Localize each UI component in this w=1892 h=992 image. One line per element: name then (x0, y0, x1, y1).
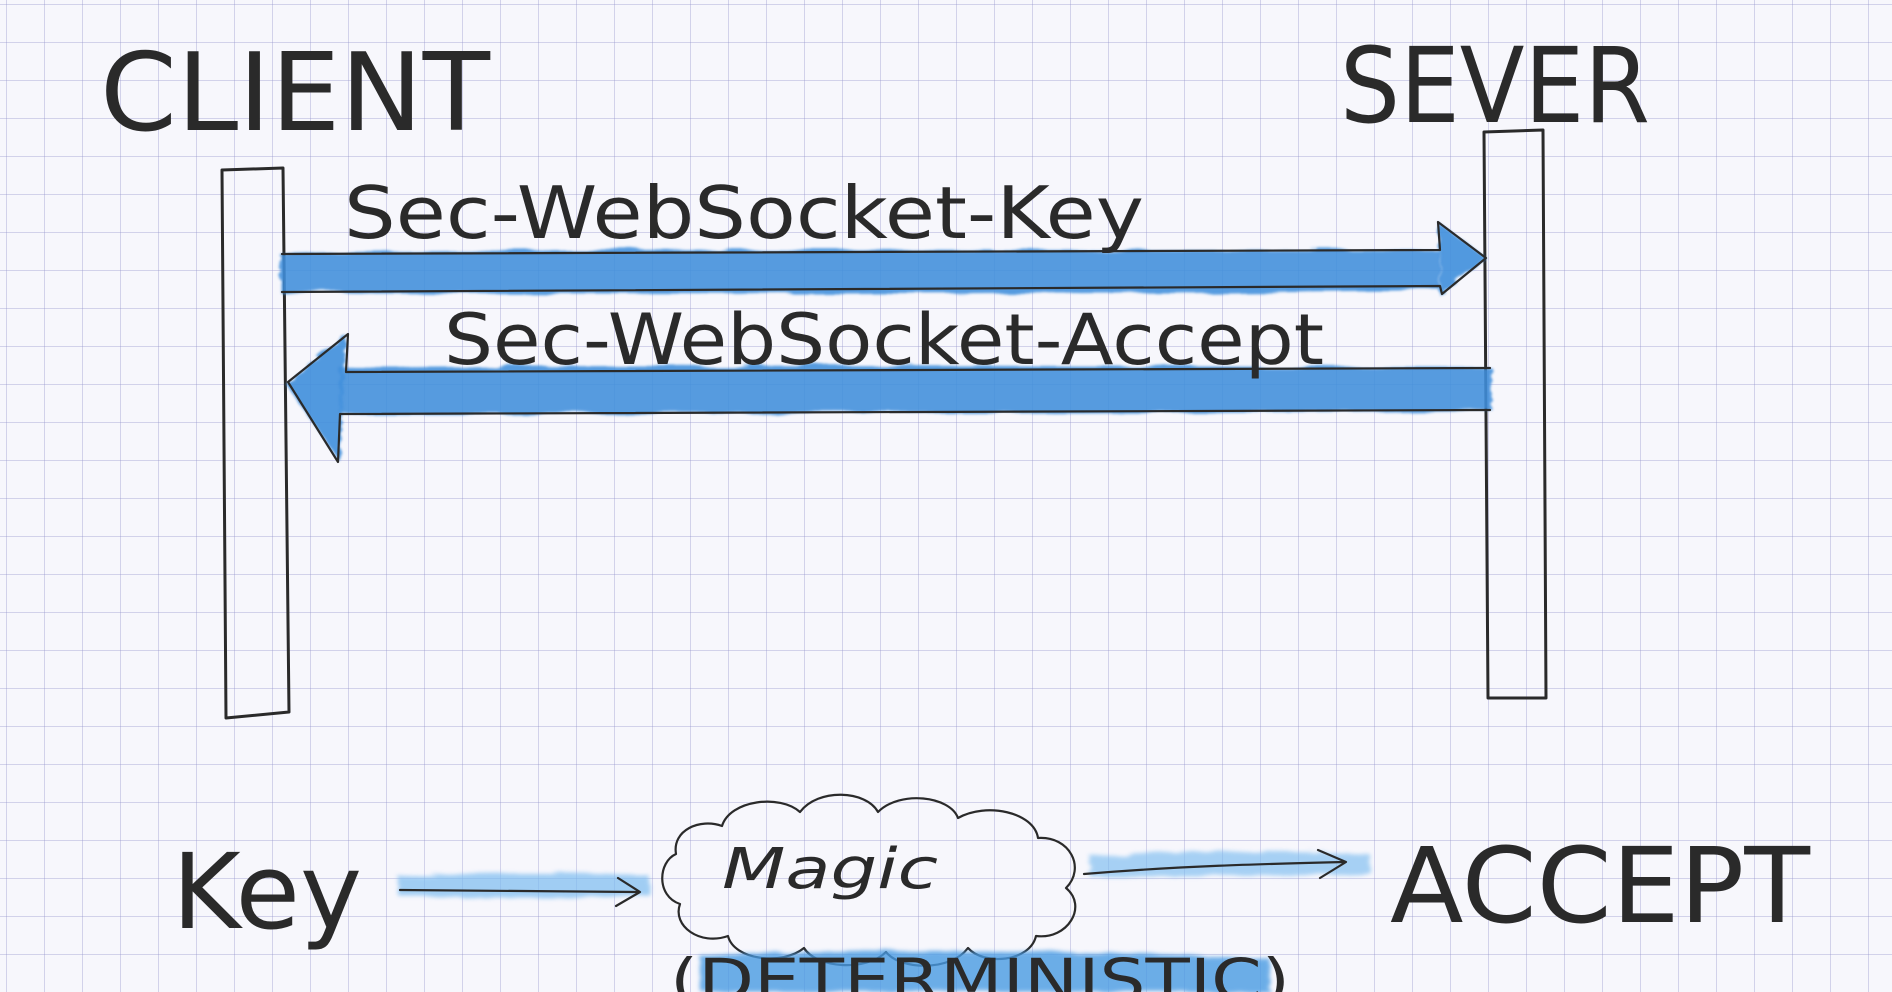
deterministic-label: (DETERMINISTIC) (670, 946, 1290, 992)
response-message-label: Sec-WebSocket-Accept (444, 299, 1324, 381)
client-lifeline (220, 166, 291, 720)
deterministic-note: (DETERMINISTIC) (670, 946, 1290, 992)
magic-to-accept-arrow (1082, 848, 1370, 880)
server-lifeline (1482, 128, 1548, 700)
response-arrowhead-wash (286, 334, 346, 462)
handshake-diagram: CLIENT SEVER Sec-WebSocket-Key Sec-WebSo… (100, 25, 1810, 992)
server-label: SEVER (1340, 25, 1650, 147)
key-to-magic-wash (398, 873, 650, 898)
request-arrowhead-wash (1438, 222, 1486, 296)
magic-cloud: Magic (661, 793, 1077, 967)
flow-output-label: ACCEPT (1390, 825, 1810, 947)
flow-input-label: Key (172, 831, 362, 953)
graph-paper-canvas: CLIENT SEVER Sec-WebSocket-Key Sec-WebSo… (0, 0, 1892, 992)
request-message-label: Sec-WebSocket-Key (344, 171, 1144, 255)
flow-process-label: Magic (722, 837, 938, 902)
client-label: CLIENT (100, 31, 491, 156)
key-to-magic-arrow (398, 873, 650, 908)
